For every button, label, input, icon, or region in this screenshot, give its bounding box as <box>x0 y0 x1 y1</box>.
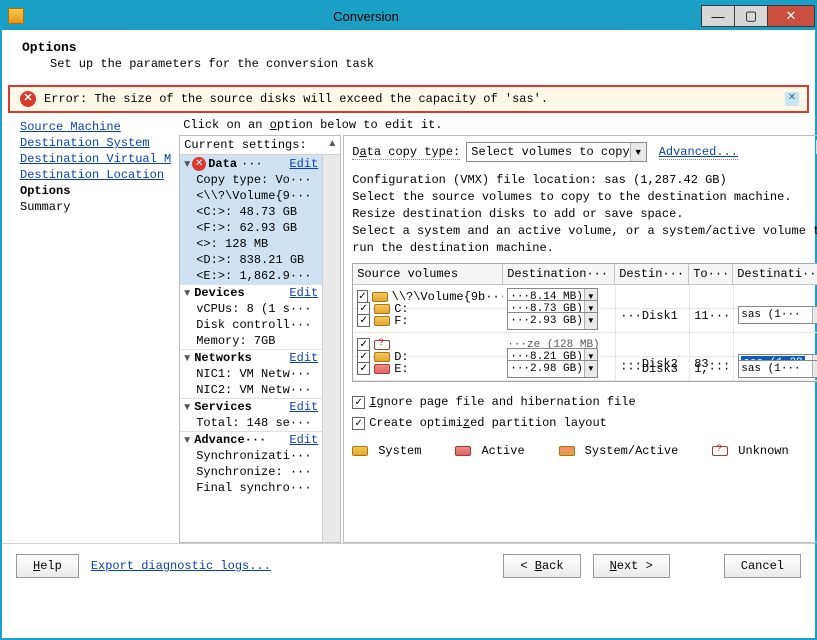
window-title: Conversion <box>30 9 702 24</box>
back-button[interactable]: < Back <box>503 554 580 578</box>
error-text: Error: The size of the source disks will… <box>44 92 548 106</box>
ignore-pagefile-checkbox[interactable]: ✓ Ignore page file and hibernation file <box>352 392 817 413</box>
scrollbar[interactable] <box>322 155 340 542</box>
nav-destination-system[interactable]: Destination System <box>20 135 171 151</box>
nav-destination-location[interactable]: Destination Location <box>20 167 171 183</box>
col-destination-disk[interactable]: Destin··· <box>615 264 689 284</box>
edit-data-link[interactable]: Edit <box>289 157 318 171</box>
volumes-table-body: ✓\\?\Volume{9b··· ···8.14 MB)▼ ···Disk1 … <box>353 285 817 381</box>
maximize-button[interactable]: ▢ <box>734 5 768 27</box>
volumes-table: Source volumes Destination··· Destin··· … <box>352 263 817 382</box>
data-row[interactable]: <F:>: 62.93 GB <box>180 220 322 236</box>
nav-destination-virtual-machine[interactable]: Destination Virtual M <box>20 151 171 167</box>
advanced-row[interactable]: Final synchro··· <box>180 480 322 496</box>
edit-networks-link[interactable]: Edit <box>289 351 318 365</box>
services-row[interactable]: Total: 148 se··· <box>180 415 322 431</box>
group-devices[interactable]: ▼Devices Edit <box>180 285 322 301</box>
devices-row[interactable]: Memory: 7GB <box>180 333 322 349</box>
detail-description: Configuration (VMX) file location: sas (… <box>352 172 817 257</box>
data-row[interactable]: Copy type: Vo··· <box>180 172 322 188</box>
data-row[interactable]: <\\?\Volume{9··· <box>180 188 322 204</box>
networks-row[interactable]: NIC2: VM Netw··· <box>180 382 322 398</box>
next-button[interactable]: Next > <box>593 554 670 578</box>
close-button[interactable]: ✕ <box>767 5 815 27</box>
settings-tree: Current settings: ▲ ▼ ✕ Data ··· Edit Co… <box>179 135 341 543</box>
table-row: ✓E: ···2.98 GB)▼ ···Disk3 1,··· sas (1··… <box>353 357 817 381</box>
nav-summary: Summary <box>20 199 171 215</box>
group-networks[interactable]: ▼Networks Edit <box>180 350 322 366</box>
row-checkbox[interactable]: ✓ <box>357 362 370 375</box>
col-total[interactable]: To··· <box>689 264 733 284</box>
app-icon <box>8 8 24 24</box>
advanced-row[interactable]: Synchronize: ··· <box>180 464 322 480</box>
col-source-volumes[interactable]: Source volumes <box>353 264 503 284</box>
nav-options: Options <box>20 183 171 199</box>
col-destination-size[interactable]: Destination··· <box>503 264 615 284</box>
group-advanced[interactable]: ▼Advance··· Edit <box>180 432 322 448</box>
group-services[interactable]: ▼Services Edit <box>180 399 322 415</box>
data-row[interactable]: <>: 128 MB <box>180 236 322 252</box>
row-checkbox[interactable]: ✓ <box>357 314 370 327</box>
chevron-down-icon: ▼ <box>630 143 646 161</box>
page-subtitle: Set up the parameters for the conversion… <box>50 57 795 71</box>
help-button[interactable]: Help <box>16 554 79 578</box>
datastore-select[interactable]: sas (1···▼ <box>738 306 817 324</box>
data-row[interactable]: <C:>: 48.73 GB <box>180 204 322 220</box>
settings-heading: Current settings: <box>184 138 306 152</box>
error-close-button[interactable]: ✕ <box>785 92 799 106</box>
advanced-row[interactable]: Synchronizati··· <box>180 448 322 464</box>
wizard-footer: Help Export diagnostic logs... < Back Ne… <box>2 543 815 588</box>
detail-panel: ✕ Data copy type: Select volumes to copy… <box>343 135 817 543</box>
disk-icon <box>374 316 390 326</box>
legend-system-active-icon <box>559 446 575 456</box>
dest-size-select[interactable]: ···2.93 GB)▼ <box>507 312 598 330</box>
unknown-disk-icon <box>374 340 390 350</box>
devices-row[interactable]: vCPUs: 8 (1 s··· <box>180 301 322 317</box>
data-copy-type-label: Data copy type: <box>352 145 460 160</box>
window-titlebar: Conversion — ▢ ✕ <box>2 2 815 30</box>
page-title: Options <box>22 40 795 55</box>
error-banner: ✕ Error: The size of the source disks wi… <box>8 85 809 113</box>
cancel-button[interactable]: Cancel <box>724 554 801 578</box>
data-copy-type-select[interactable]: Select volumes to copy▼ <box>466 142 646 162</box>
legend-active-icon <box>455 446 471 456</box>
legend: System Active System/Active Unknown <box>352 444 817 458</box>
error-badge-icon: ✕ <box>192 157 206 171</box>
col-datastore[interactable]: Destinati··· <box>733 264 817 284</box>
nav-source-machine[interactable]: Source Machine <box>20 119 171 135</box>
wizard-nav: Source Machine Destination System Destin… <box>8 117 177 543</box>
legend-system-icon <box>352 446 368 456</box>
scroll-up-icon[interactable]: ▲ <box>327 138 338 152</box>
minimize-button[interactable]: — <box>701 5 735 27</box>
option-hint: Click on an option below to edit it. <box>177 117 817 135</box>
edit-services-link[interactable]: Edit <box>289 400 318 414</box>
export-logs-link[interactable]: Export diagnostic logs... <box>91 559 271 573</box>
devices-row[interactable]: Disk controll··· <box>180 317 322 333</box>
page-header: Options Set up the parameters for the co… <box>2 30 815 85</box>
edit-advanced-link[interactable]: Edit <box>289 433 318 447</box>
datastore-select[interactable]: sas (1···▼ <box>738 360 817 378</box>
dest-size-select[interactable]: ···2.98 GB)▼ <box>507 360 598 378</box>
optimized-layout-checkbox[interactable]: ✓ Create optimized partition layout <box>352 413 817 434</box>
networks-row[interactable]: NIC1: VM Netw··· <box>180 366 322 382</box>
error-icon: ✕ <box>20 91 36 107</box>
group-data[interactable]: ▼ ✕ Data ··· Edit <box>180 156 322 172</box>
legend-unknown-icon <box>712 446 728 456</box>
collapse-icon[interactable]: ▼ <box>182 159 192 170</box>
active-disk-icon <box>374 364 390 374</box>
edit-devices-link[interactable]: Edit <box>289 286 318 300</box>
advanced-link[interactable]: Advanced... <box>659 145 738 160</box>
data-row[interactable]: <D:>: 838.21 GB <box>180 252 322 268</box>
data-row[interactable]: <E:>: 1,862.9··· <box>180 268 322 284</box>
